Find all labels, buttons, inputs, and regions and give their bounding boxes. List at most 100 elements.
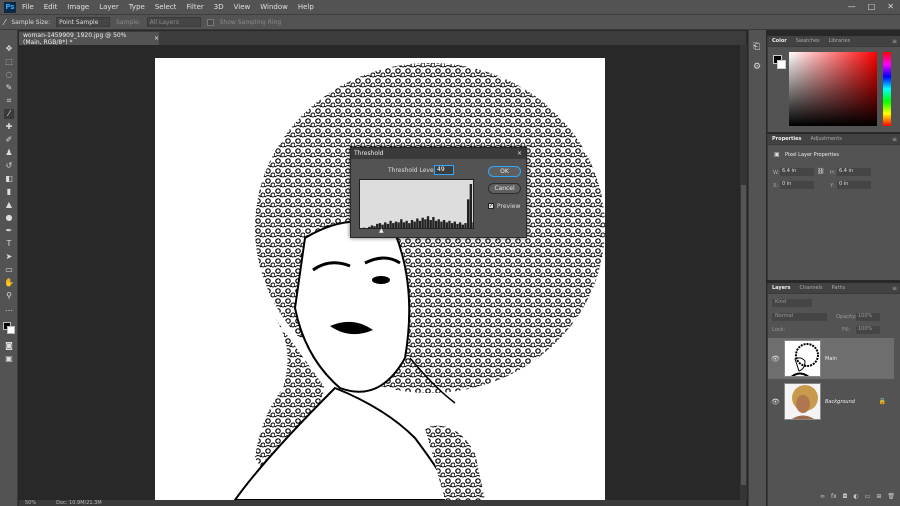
color-bg-swatch[interactable] [777, 60, 786, 69]
properties-menu-icon[interactable]: ≡ [892, 136, 897, 143]
dodge-tool-icon[interactable]: ● [4, 213, 14, 223]
tab-color[interactable]: Color [772, 38, 787, 44]
width-input[interactable]: 6.4 in [780, 168, 814, 176]
quick-mask-icon[interactable]: ◙ [4, 341, 14, 351]
more-tools-icon[interactable]: … [4, 304, 14, 314]
eyedropper-tool-icon[interactable]: ⁄ [4, 109, 14, 119]
mask-icon[interactable]: ◘ [843, 493, 848, 505]
new-layer-icon[interactable]: ⊞ [876, 493, 881, 505]
menu-file[interactable]: File [22, 3, 34, 11]
hue-slider[interactable] [883, 52, 891, 126]
menu-select[interactable]: Select [155, 3, 177, 11]
marquee-tool-icon[interactable]: ⬚ [4, 57, 14, 67]
eyedropper-icon[interactable]: ⁄ [4, 18, 5, 27]
y-input[interactable]: 0 in [837, 181, 871, 189]
close-button[interactable]: ✕ [887, 2, 894, 11]
path-select-icon[interactable]: ➤ [4, 252, 14, 262]
menu-view[interactable]: View [234, 3, 251, 11]
gradient-tool-icon[interactable]: ▮ [4, 187, 14, 197]
pen-tool-icon[interactable]: ✒ [4, 226, 14, 236]
history-icon[interactable]: ⎗ [753, 42, 760, 52]
lasso-tool-icon[interactable]: ◌ [4, 70, 14, 80]
screen-mode-icon[interactable]: ▣ [4, 354, 14, 364]
shape-tool-icon[interactable]: ▭ [4, 265, 14, 275]
vertical-scrollbar[interactable] [740, 45, 747, 500]
history-brush-icon[interactable]: ↺ [4, 161, 14, 171]
type-tool-icon[interactable]: T [4, 239, 14, 249]
show-ring-checkbox[interactable] [206, 18, 214, 26]
close-tab-icon[interactable]: × [154, 35, 159, 42]
link-icon[interactable]: ⛓ [817, 168, 825, 175]
dialog-close-icon[interactable]: × [517, 150, 522, 157]
quick-select-tool-icon[interactable]: ✎ [4, 83, 14, 93]
layer-row-main[interactable]: 👁 Main [768, 338, 894, 379]
preview-checkbox[interactable]: ✓ [488, 203, 494, 209]
panel-menu-icon[interactable]: ≡ [892, 38, 897, 45]
sample-size-select[interactable]: Point Sample [56, 17, 111, 27]
link-layers-icon[interactable]: ∞ [820, 493, 825, 505]
healing-tool-icon[interactable]: ✚ [4, 122, 14, 132]
document-canvas[interactable] [155, 58, 605, 500]
zoom-tool-icon[interactable]: ⚲ [4, 291, 14, 301]
x-input[interactable]: 0 in [780, 181, 814, 189]
menu-edit[interactable]: Edit [44, 3, 58, 11]
histogram-bar [408, 223, 411, 228]
layer-name-background[interactable]: Background [825, 399, 855, 405]
threshold-level-input[interactable]: 49 [434, 165, 454, 175]
layers-menu-icon[interactable]: ≡ [892, 285, 897, 292]
menu-help[interactable]: Help [298, 3, 314, 11]
dialog-titlebar[interactable]: Threshold × [351, 148, 526, 159]
height-input[interactable]: 6.4 in [837, 168, 871, 176]
ok-button[interactable]: OK [488, 166, 521, 177]
color-field[interactable] [789, 52, 877, 126]
menu-3d[interactable]: 3D [214, 3, 224, 11]
menu-type[interactable]: Type [129, 3, 145, 11]
layer-name-main[interactable]: Main [825, 356, 837, 362]
background-color-swatch[interactable] [7, 326, 15, 334]
eraser-tool-icon[interactable]: ◧ [4, 174, 14, 184]
histogram-bar [461, 224, 464, 228]
visibility-eye-icon[interactable]: 👁 [771, 398, 781, 406]
crop-tool-icon[interactable]: ⌗ [4, 96, 14, 106]
histogram-bar [389, 220, 392, 228]
menu-filter[interactable]: Filter [186, 3, 203, 11]
tab-layers[interactable]: Layers [772, 285, 791, 291]
layer-row-background[interactable]: 👁 Background 🔒 [768, 381, 894, 422]
group-icon[interactable]: ▭ [865, 493, 871, 505]
adjustment-layer-icon[interactable]: ◐ [853, 493, 858, 505]
sample-select[interactable]: All Layers [146, 17, 201, 27]
threshold-slider-icon[interactable]: ▲ [379, 227, 384, 234]
stamp-tool-icon[interactable]: ♟ [4, 148, 14, 158]
tab-channels[interactable]: Channels [800, 285, 823, 291]
menu-window[interactable]: Window [260, 3, 288, 11]
fill-input[interactable]: 100% [856, 326, 880, 334]
cancel-button[interactable]: Cancel [488, 183, 521, 194]
move-tool-icon[interactable]: ✥ [4, 44, 14, 54]
maximize-button[interactable]: □ [868, 2, 876, 11]
tab-libraries[interactable]: Libraries [829, 38, 851, 44]
blend-mode-select[interactable]: Normal [772, 313, 827, 321]
adjust-icon[interactable]: ⚙ [753, 62, 761, 72]
menu-image[interactable]: Image [67, 3, 89, 11]
histogram[interactable] [359, 179, 474, 229]
tab-swatches[interactable]: Swatches [796, 38, 820, 44]
tab-paths[interactable]: Paths [832, 285, 846, 291]
visibility-eye-icon[interactable]: 👁 [771, 355, 781, 363]
fx-icon[interactable]: fx [831, 493, 837, 505]
scroll-thumb[interactable] [741, 185, 746, 485]
opacity-input[interactable]: 100% [856, 313, 880, 321]
hand-tool-icon[interactable]: ✋ [4, 278, 14, 288]
canvas-area[interactable] [19, 45, 740, 500]
histogram-bar [416, 218, 419, 228]
minimize-button[interactable]: — [848, 2, 856, 11]
brush-tool-icon[interactable]: ✐ [4, 135, 14, 145]
kind-filter[interactable]: Kind [772, 299, 812, 307]
lock-icon[interactable]: 🔒 [879, 398, 886, 405]
menu-layer[interactable]: Layer [99, 3, 119, 11]
zoom-level[interactable]: 50% [25, 500, 36, 506]
document-tab[interactable]: woman-1459909_1920.jpg @ 50% (Main, RGB/… [19, 32, 159, 46]
delete-layer-icon[interactable]: 🗑 [887, 493, 895, 505]
tab-properties[interactable]: Properties [772, 136, 801, 142]
tab-adjustments[interactable]: Adjustments [810, 136, 841, 142]
blur-tool-icon[interactable]: ▲ [4, 200, 14, 210]
